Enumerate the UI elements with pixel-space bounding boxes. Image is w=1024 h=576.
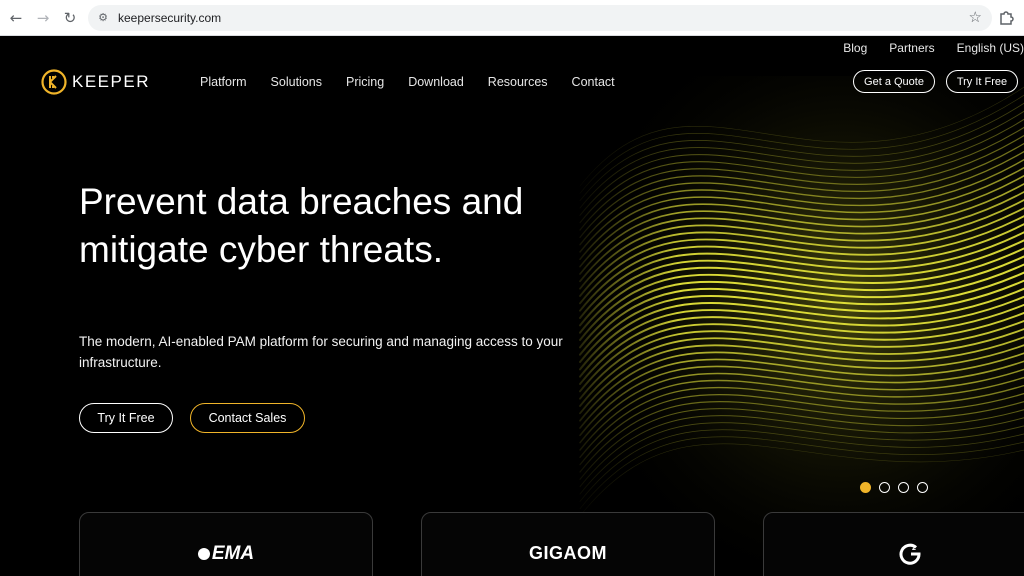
- keeper-logo[interactable]: KEEPER: [41, 69, 150, 95]
- svg-text:2: 2: [912, 545, 916, 552]
- bookmark-star-icon[interactable]: ☆: [969, 8, 982, 26]
- award-card-ema[interactable]: EMA: [79, 512, 373, 576]
- hero-try-it-free-button[interactable]: Try It Free: [79, 403, 173, 433]
- browser-toolbar: ← → ↻ ⚙ keepersecurity.com ☆: [0, 0, 1024, 36]
- utility-link-partners[interactable]: Partners: [889, 41, 934, 55]
- carousel-dot-1[interactable]: [860, 482, 871, 493]
- nav-item-download[interactable]: Download: [408, 75, 464, 89]
- gigaom-logo: GIGAOM: [529, 543, 607, 563]
- header-try-it-free-button[interactable]: Try It Free: [946, 70, 1018, 93]
- award-card-gigaom[interactable]: GIGAOM: [421, 512, 715, 576]
- carousel-dot-2[interactable]: [879, 482, 890, 493]
- webpage: Blog Partners English (US) KEEPER Platfo…: [0, 36, 1024, 576]
- address-bar[interactable]: ⚙ keepersecurity.com ☆: [88, 5, 992, 31]
- logo-wordmark: KEEPER: [72, 72, 150, 91]
- nav-item-platform[interactable]: Platform: [200, 75, 247, 89]
- g2-logo-icon: 2: [899, 543, 921, 565]
- nav-item-resources[interactable]: Resources: [488, 75, 548, 89]
- nav-item-solutions[interactable]: Solutions: [271, 75, 322, 89]
- carousel-dot-3[interactable]: [898, 482, 909, 493]
- g2-logo: 2: [764, 541, 1024, 570]
- url-text[interactable]: keepersecurity.com: [118, 5, 221, 31]
- carousel-dot-4[interactable]: [917, 482, 928, 493]
- ema-logo: EMA: [80, 543, 372, 565]
- nav-item-contact[interactable]: Contact: [572, 75, 615, 89]
- hero-headline: Prevent data breaches and mitigate cyber…: [79, 181, 524, 270]
- nav-item-pricing[interactable]: Pricing: [346, 75, 384, 89]
- extensions-puzzle-icon[interactable]: [998, 8, 1016, 26]
- award-card-g2[interactable]: 2: [763, 512, 1024, 576]
- reload-icon[interactable]: ↻: [59, 7, 81, 29]
- utility-nav: Blog Partners English (US): [821, 41, 1024, 55]
- carousel-indicators: [860, 482, 928, 493]
- hero-wave-graphic: [560, 76, 1024, 576]
- get-a-quote-button[interactable]: Get a Quote: [853, 70, 935, 93]
- utility-link-blog[interactable]: Blog: [843, 41, 867, 55]
- site-settings-icon[interactable]: ⚙: [96, 11, 110, 25]
- contact-sales-button[interactable]: Contact Sales: [190, 403, 305, 433]
- back-arrow-icon[interactable]: ←: [5, 7, 27, 29]
- forward-arrow-icon[interactable]: →: [32, 7, 54, 29]
- hero-subheadline: The modern, AI-enabled PAM platform for …: [79, 334, 563, 370]
- language-selector[interactable]: English (US): [957, 41, 1024, 55]
- keeper-logo-icon: [41, 69, 67, 95]
- main-nav: Platform Solutions Pricing Download Reso…: [200, 75, 639, 89]
